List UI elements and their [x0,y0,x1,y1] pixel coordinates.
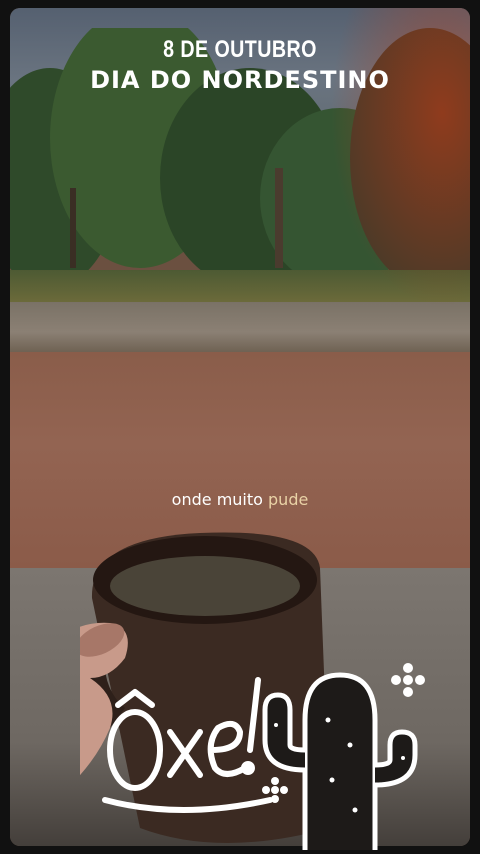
caption-highlight: pude [268,490,309,509]
caption-text: onde muito [171,490,263,509]
lyric-caption: onde muito pude [0,490,480,509]
road [10,302,470,352]
oxe-sticker [102,663,425,850]
flower-icon [391,663,425,697]
page-title: DIA DO NORDESTINO [90,66,390,94]
cactus-icon [262,672,418,850]
oxe-lettering [102,677,273,813]
date-heading: 8 DE OUTUBRO [163,36,317,63]
story-frame: 8 DE OUTUBRO DIA DO NORDESTINO onde muit… [0,0,480,854]
